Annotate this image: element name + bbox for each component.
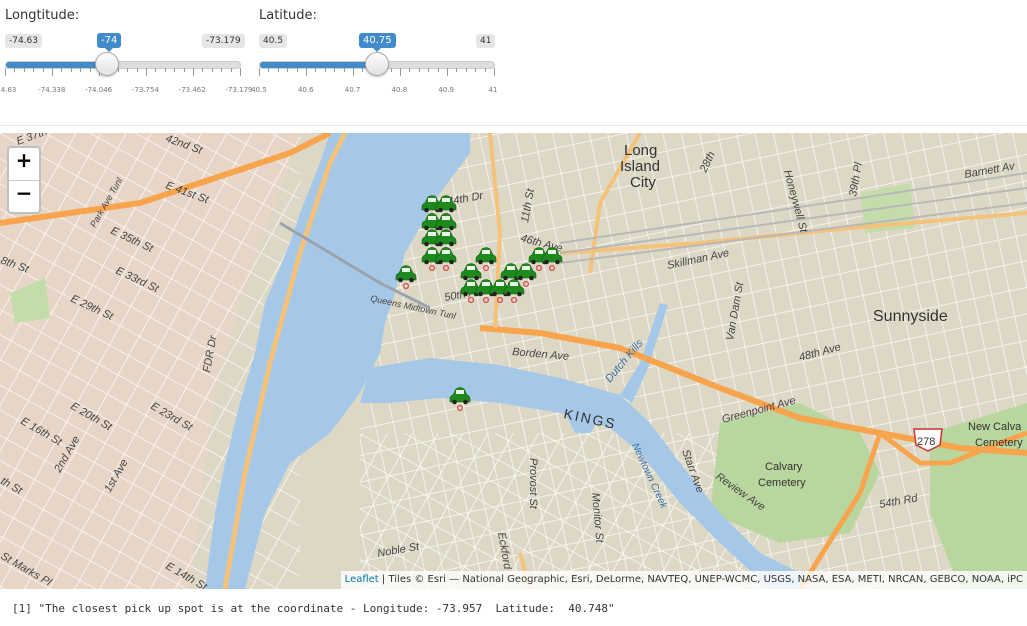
leaflet-link[interactable]: Leaflet [345,574,379,585]
slider-tick [456,68,458,72]
slider-tick [183,68,185,72]
longitude-ticks [5,68,241,76]
slider-tick [259,68,260,76]
slider-tick [465,68,467,72]
slider-tick [343,68,345,72]
slider-tick [127,68,129,72]
latitude-tick-label: 40.5 [251,86,267,94]
latitude-handle[interactable] [365,52,389,76]
map[interactable]: E 37th St 42nd St E 41st St E 35th St E … [0,133,1027,589]
latitude-value-label: 40.75 [359,33,396,52]
slider-tick [5,68,6,76]
place-label: Long [624,142,657,159]
latitude-tick-label: 40.8 [391,86,408,94]
latitude-tick-label: 40.6 [298,86,314,94]
slider-tick [494,68,495,76]
slider-tick [230,68,232,72]
zoom-control: + − [7,146,41,214]
slider-tick [418,68,420,72]
slider-tick [240,68,241,76]
longitude-tick-label: -73.754 [131,86,159,94]
console-output: [1] "The closest pick up spot is at the … [12,602,615,615]
place-label: Sunnyside [873,308,948,325]
slider-tick [164,68,166,72]
slider-tick [52,68,53,76]
slider-tick [202,68,204,72]
map-label: Provost St [527,458,539,510]
slider-tick [80,68,82,72]
slider-tick [390,68,392,72]
map-tiles[interactable]: E 37th St 42nd St E 41st St E 35th St E … [0,133,1027,589]
attribution-text: | Tiles © Esri — National Geographic, Es… [378,574,1023,585]
slider-tick [353,68,354,76]
latitude-max-label: 41 [476,34,496,48]
slider-tick [221,68,223,72]
slider-tick [277,68,279,72]
place-label: Cemetery [758,477,806,489]
longitude-max-label: -73.179 [202,34,245,48]
longitude-title: Longtitude: [5,8,80,23]
slider-tick [362,68,364,72]
place-label: New Calva [968,421,1022,433]
latitude-tick-label: 41 [488,86,498,94]
slider-tick [23,68,25,72]
slider-tick [174,68,176,72]
longitude-tick-label: -74.338 [38,86,66,94]
slider-tick [409,68,411,72]
place-label: City [630,174,656,191]
longitude-value-label: -74 [97,33,122,52]
slider-tick [287,68,289,72]
slider-tick [484,68,486,72]
place-label: Island [620,158,660,175]
slider-tick [306,68,307,76]
zoom-out-button[interactable]: − [9,181,39,213]
slider-panel: Longtitude: -74.63 -73.179 -74 -74.63 -7… [0,0,1027,126]
slider-tick [136,68,138,72]
longitude-tick-label: -73.462 [178,86,206,94]
slider-tick [193,68,194,76]
slider-tick [70,68,72,72]
slider-tick [146,68,147,76]
slider-tick [324,68,326,72]
longitude-tick-label: -74.63 [0,86,17,94]
slider-tick [268,68,270,72]
slider-tick [33,68,35,72]
place-label: Cemetery [975,437,1023,449]
latitude-title: Latitude: [259,8,317,23]
longitude-tick-label: -73.179 [225,86,253,94]
longitude-tick-label: -74.046 [85,86,113,94]
slider-tick [315,68,317,72]
longitude-slider[interactable]: Longtitude: -74.63 -73.179 -74 -74.63 -7… [0,0,253,110]
slider-tick [296,68,298,72]
place-label: Calvary [765,461,803,473]
latitude-slider[interactable]: Latitude: 40.5 41 40.75 40.5 40.6 40.7 4… [251,0,499,110]
slider-tick [89,68,91,72]
slider-tick [428,68,430,72]
slider-tick [475,68,477,72]
longitude-min-label: -74.63 [5,34,43,48]
slider-tick [447,68,448,76]
slider-tick [334,68,336,72]
slider-tick [61,68,63,72]
slider-tick [14,68,16,72]
slider-tick [400,68,401,76]
slider-tick [437,68,439,72]
route-label: 278 [917,436,935,448]
zoom-in-button[interactable]: + [9,148,39,181]
slider-tick [211,68,213,72]
slider-tick [155,68,157,72]
latitude-tick-label: 40.9 [438,86,454,94]
latitude-min-label: 40.5 [259,34,288,48]
map-attribution: Leaflet | Tiles © Esri — National Geogra… [340,571,1027,589]
latitude-tick-label: 40.7 [344,86,361,94]
slider-tick [42,68,44,72]
